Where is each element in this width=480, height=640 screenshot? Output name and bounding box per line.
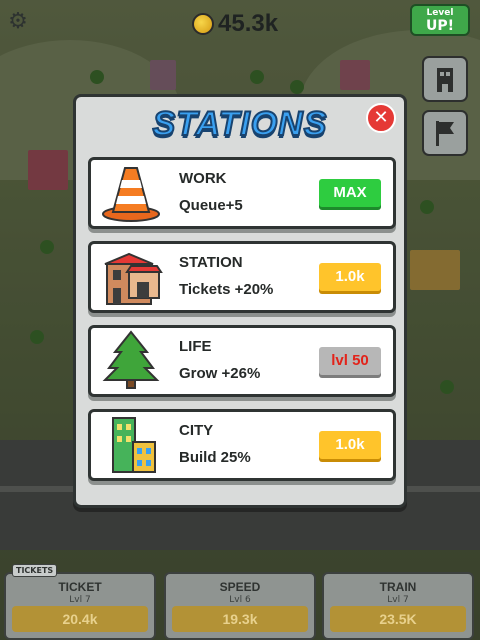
card-title: TICKET <box>58 580 102 594</box>
max-button[interactable]: MAX <box>319 179 381 207</box>
dialog-title: STATIONS <box>152 104 328 144</box>
speed-upgrade-card[interactable]: SPEED Lvl 6 19.3k <box>164 572 316 640</box>
upgrade-row-work: WORK Queue+5 MAX <box>88 157 396 229</box>
close-icon: ✕ <box>373 107 389 128</box>
traffic-cone-icon <box>102 167 160 222</box>
settings-gear-icon[interactable]: ⚙ <box>6 10 30 34</box>
close-button[interactable]: ✕ <box>366 103 396 133</box>
card-title: TRAIN <box>379 580 417 594</box>
card-price[interactable]: 23.5K <box>330 606 466 632</box>
coin-icon <box>192 13 214 35</box>
card-price[interactable]: 20.4k <box>12 606 148 632</box>
train-upgrade-card[interactable]: TRAIN Lvl 7 23.5K <box>322 572 474 640</box>
upgrade-desc: Tickets +20% <box>179 281 274 298</box>
building-button[interactable] <box>422 56 468 102</box>
tree-icon <box>102 330 160 389</box>
card-level: Lvl 6 <box>229 595 251 605</box>
station-building-icon <box>104 252 163 305</box>
card-level: Lvl 7 <box>387 595 409 605</box>
level-up-big-label: UP! <box>425 18 454 34</box>
flag-button[interactable] <box>422 110 468 156</box>
stations-dialog: STATIONS ✕ WORK Queue+5 MAX STATION Tick… <box>73 94 407 508</box>
upgrade-row-station: STATION Tickets +20% 1.0k <box>88 241 396 313</box>
upgrade-desc: Build 25% <box>179 449 251 466</box>
upgrade-row-life: LIFE Grow +26% lvl 50 <box>88 325 396 397</box>
flag-icon <box>436 121 454 146</box>
upgrade-desc: Queue+5 <box>179 197 243 214</box>
coin-counter: 45.3k <box>192 10 278 38</box>
upgrade-row-city: CITY Build 25% 1.0k <box>88 409 396 481</box>
coin-amount: 45.3k <box>218 10 279 37</box>
bottom-upgrade-bar: TICKETS TICKET Lvl 7 20.4k SPEED Lvl 6 1… <box>0 564 480 640</box>
building-icon <box>437 68 453 92</box>
buy-button[interactable]: 1.0k <box>319 263 381 291</box>
ticket-upgrade-card[interactable]: TICKETS TICKET Lvl 7 20.4k <box>4 564 156 640</box>
upgrade-name: STATION <box>179 254 243 271</box>
level-requirement-button[interactable]: lvl 50 <box>319 347 381 375</box>
upgrade-name: LIFE <box>179 338 212 355</box>
buy-button[interactable]: 1.0k <box>319 431 381 459</box>
card-level: Lvl 7 <box>69 595 91 605</box>
upgrade-desc: Grow +26% <box>179 365 261 382</box>
tickets-tag: TICKETS <box>12 564 58 577</box>
card-title: SPEED <box>219 580 261 594</box>
upgrade-name: CITY <box>179 422 214 439</box>
level-up-button[interactable]: Level UP! <box>410 4 470 36</box>
upgrade-name: WORK <box>179 170 227 187</box>
card-price[interactable]: 19.3k <box>172 606 308 632</box>
city-building-icon <box>112 417 156 473</box>
